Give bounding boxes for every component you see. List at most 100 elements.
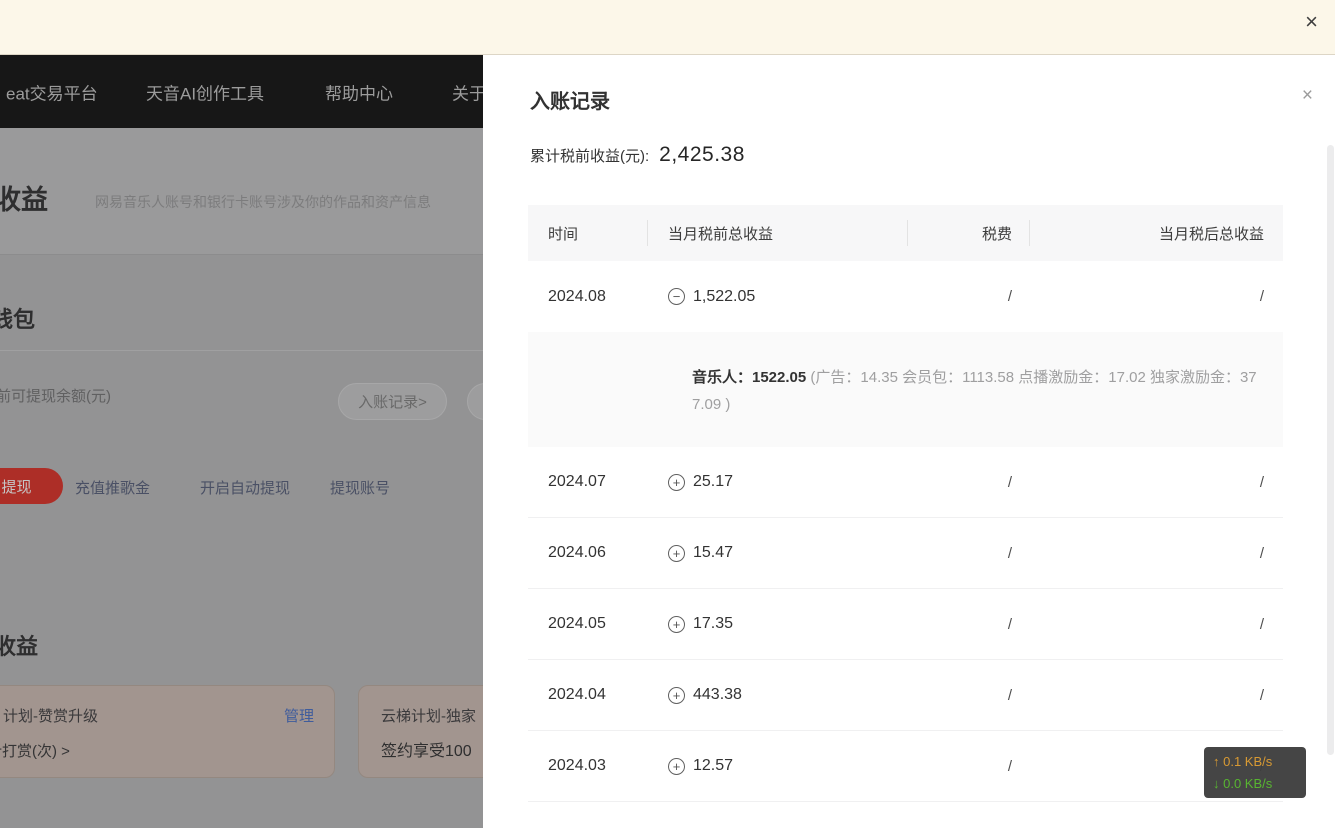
- manage-link[interactable]: 管理: [284, 705, 314, 726]
- screen: eat交易平台 天音AI创作工具 帮助中心 关于 收益 网易音乐人账号和银行卡账…: [0, 0, 1335, 828]
- row-pretax-value: 1,522.05: [693, 288, 755, 306]
- row-aftertax-value: /: [1260, 545, 1264, 562]
- modal-title: 入账记录: [530, 85, 610, 114]
- scrollbar-thumb[interactable]: [1327, 145, 1334, 755]
- row-pretax-value: 12.57: [693, 757, 733, 775]
- header-time: 时间: [528, 223, 648, 244]
- wallet-section-title: 钱包: [0, 302, 35, 334]
- cell-time: 2024.05: [528, 615, 648, 633]
- page-title: 收益: [0, 178, 48, 217]
- plus-circle-icon[interactable]: +: [668, 616, 685, 633]
- income-table-header: 时间 当月税前总收益 税费 当月税后总收益: [528, 205, 1283, 261]
- network-speed-indicator: ↑ 0.1 KB/s ↓ 0.0 KB/s: [1204, 747, 1306, 798]
- cell-tax: /: [908, 616, 1030, 633]
- row-tax-value: /: [1008, 758, 1012, 775]
- cell-time: 2024.03: [528, 757, 648, 775]
- partial-pill-button[interactable]: [467, 383, 483, 420]
- card-title: 计划-赞赏升级: [3, 705, 98, 726]
- income-section-title: 收益: [0, 629, 38, 661]
- header-tax: 税费: [908, 223, 1030, 244]
- cumulative-income: 累计税前收益(元): 2,425.38: [530, 143, 745, 167]
- row-time: 2024.03: [548, 757, 606, 775]
- cell-tax: /: [908, 687, 1030, 704]
- cell-aftertax: /: [1030, 474, 1283, 491]
- nav-item-about[interactable]: 关于: [452, 79, 483, 104]
- plus-circle-icon[interactable]: +: [668, 758, 685, 775]
- row-time: 2024.06: [548, 544, 606, 562]
- link-withdraw-account[interactable]: 提现账号: [330, 477, 390, 498]
- income-table-body: 2024.08 −1,522.05 / / 音乐人：1522.05 (广告：14.35 …: [528, 261, 1283, 802]
- table-row[interactable]: 2024.03+12.57//: [528, 731, 1283, 802]
- income-table: 时间 当月税前总收益 税费 当月税后总收益 2024.08 −1,522.05 / /…: [528, 205, 1283, 802]
- row-time: 2024.08: [548, 288, 606, 306]
- row-aftertax-value: /: [1260, 474, 1264, 491]
- row-aftertax-value: /: [1260, 616, 1264, 633]
- row-detail-breakdown: 音乐人：1522.05 (广告：14.35 会员包：1113.58 点播激励金：…: [528, 332, 1283, 447]
- table-row[interactable]: 2024.05 +17.35 / /: [528, 589, 1283, 660]
- plus-circle-icon[interactable]: +: [668, 474, 685, 491]
- header-aftertax: 当月税后总收益: [1030, 223, 1283, 244]
- row-time: 2024.04: [548, 686, 606, 704]
- cumulative-income-label: 累计税前收益(元):: [530, 145, 649, 166]
- cell-time: 2024.07: [528, 473, 648, 491]
- cell-aftertax: /: [1030, 687, 1283, 704]
- cell-time: 2024.08: [528, 288, 648, 306]
- row-pretax-value: 25.17: [693, 473, 733, 491]
- link-auto-withdraw[interactable]: 开启自动提现: [200, 477, 290, 498]
- cell-tax: /: [908, 545, 1030, 562]
- minus-circle-icon[interactable]: −: [668, 288, 685, 305]
- cell-tax: /: [908, 474, 1030, 491]
- row-tax-value: /: [1008, 616, 1012, 633]
- row-time: 2024.05: [548, 615, 606, 633]
- row-tax-value: /: [1008, 474, 1012, 491]
- background-page: 收益 网易音乐人账号和银行卡账号涉及你的作品和资产信息 钱包 前可提现余额(元)…: [0, 128, 483, 828]
- page-subtitle: 网易音乐人账号和银行卡账号涉及你的作品和资产信息: [95, 192, 431, 212]
- income-card-reward: 计划-赞赏升级 管理 计打赏(次) >: [0, 685, 335, 778]
- cell-aftertax: /: [1030, 545, 1283, 562]
- plus-circle-icon[interactable]: +: [668, 545, 685, 562]
- nav-item-beat-market[interactable]: eat交易平台: [6, 79, 98, 104]
- cumulative-income-value: 2,425.38: [659, 143, 745, 167]
- plus-circle-icon[interactable]: +: [668, 687, 685, 704]
- row-tax-value: /: [1008, 687, 1012, 704]
- wallet-card-edge: [0, 350, 483, 351]
- close-icon[interactable]: ×: [1305, 11, 1318, 33]
- row-pretax-value: 17.35: [693, 615, 733, 633]
- table-row[interactable]: 2024.04 +443.38 / /: [528, 660, 1283, 731]
- nav-item-help-center[interactable]: 帮助中心: [325, 79, 393, 104]
- table-row[interactable]: 2024.08 −1,522.05 / /: [528, 261, 1283, 332]
- ladder-plan-text: 签约享受100: [381, 737, 472, 761]
- cell-tax: /: [908, 288, 1030, 305]
- row-pretax-value: 443.38: [693, 686, 742, 704]
- page-header: 收益 网易音乐人账号和银行卡账号涉及你的作品和资产信息: [0, 128, 483, 255]
- income-records-modal: 入账记录 × 累计税前收益(元): 2,425.38 时间 当月税前总收益 税费…: [483, 55, 1335, 828]
- top-nav: eat交易平台 天音AI创作工具 帮助中心 关于: [0, 55, 483, 128]
- notification-bar: ×: [0, 0, 1335, 55]
- nav-item-ai-tools[interactable]: 天音AI创作工具: [146, 79, 264, 104]
- row-aftertax-value: /: [1260, 687, 1264, 704]
- table-row[interactable]: 2024.06 +15.47 / /: [528, 518, 1283, 589]
- header-pretax: 当月税前总收益: [648, 223, 908, 244]
- cell-time: 2024.06: [528, 544, 648, 562]
- cell-pretax: +443.38: [648, 686, 908, 704]
- table-row[interactable]: 2024.07 +25.17 / /: [528, 447, 1283, 518]
- cell-aftertax: /: [1030, 616, 1283, 633]
- cell-time: 2024.04: [528, 686, 648, 704]
- cell-pretax: −1,522.05: [648, 288, 908, 306]
- link-recharge-promo[interactable]: 充值推歌金: [75, 477, 150, 498]
- cell-pretax: +15.47: [648, 544, 908, 562]
- row-tax-value: /: [1008, 545, 1012, 562]
- balance-label: 前可提现余额(元): [0, 385, 111, 406]
- cell-pretax: +12.57: [648, 757, 908, 775]
- row-time: 2024.07: [548, 473, 606, 491]
- withdraw-button[interactable]: 提现: [0, 468, 63, 504]
- income-records-button[interactable]: 入账记录>: [338, 383, 447, 420]
- cell-pretax: +25.17: [648, 473, 908, 491]
- row-aftertax-value: /: [1260, 288, 1264, 305]
- card-title: 云梯计划-独家: [381, 705, 476, 726]
- row-pretax-value: 15.47: [693, 544, 733, 562]
- row-tax-value: /: [1008, 288, 1012, 305]
- reward-count-link[interactable]: 计打赏(次) >: [0, 740, 70, 761]
- download-speed: ↓ 0.0 KB/s: [1213, 773, 1306, 795]
- modal-close-icon[interactable]: ×: [1302, 86, 1313, 105]
